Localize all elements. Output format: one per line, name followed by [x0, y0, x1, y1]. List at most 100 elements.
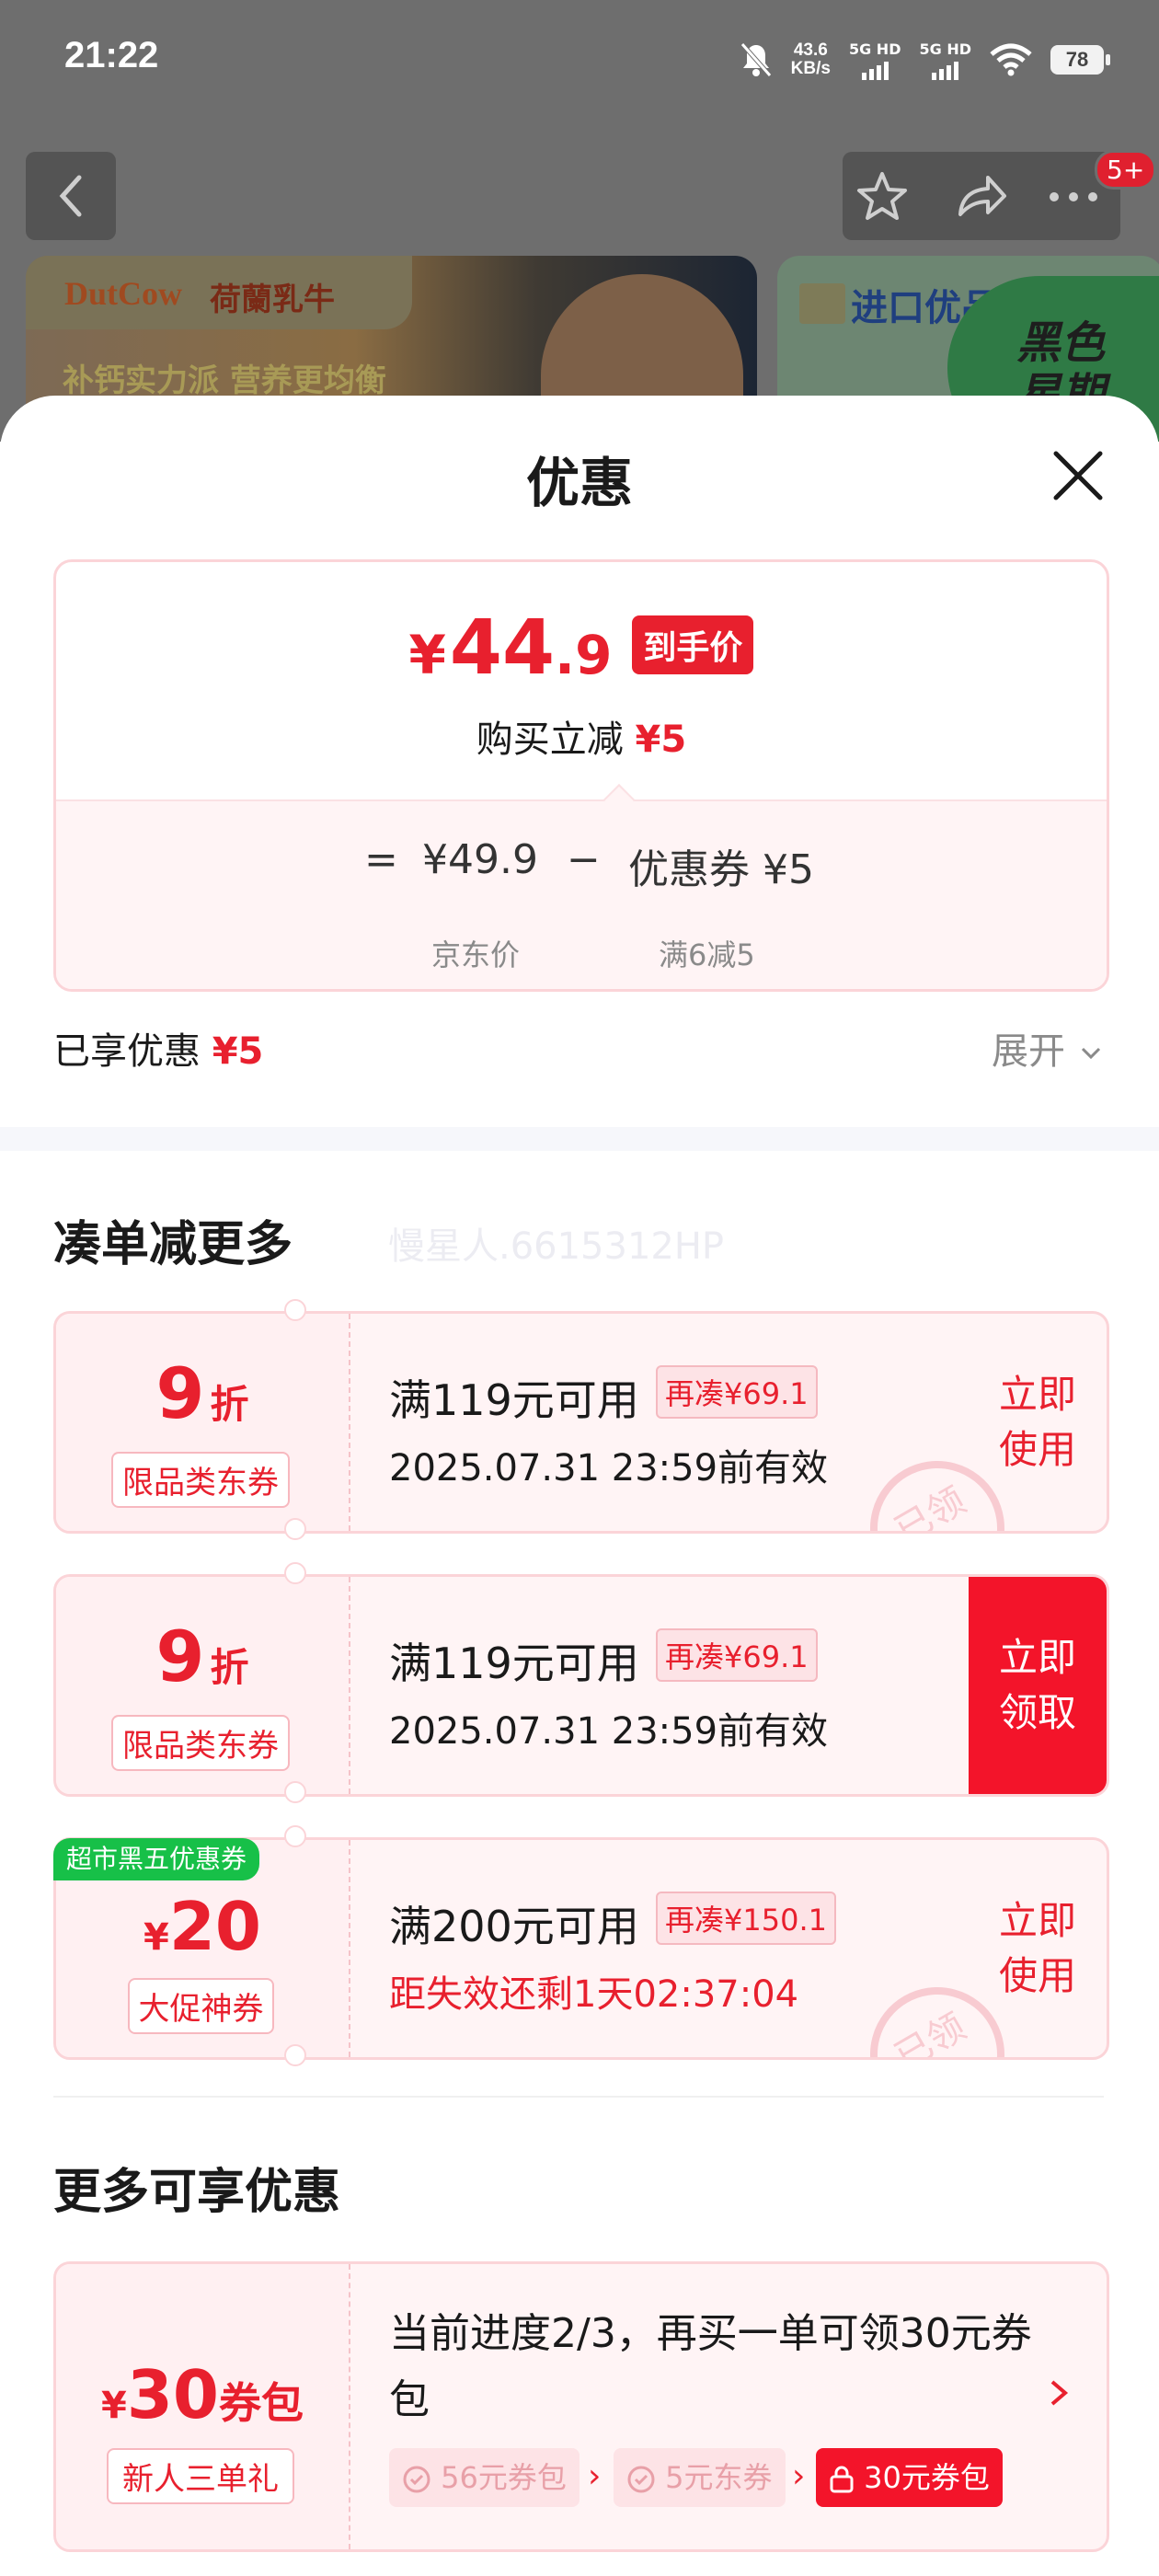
jd-price-value: ¥49.9 [422, 836, 538, 883]
top-action-group [843, 152, 1120, 240]
section-title-more-benefits: 更多可享优惠 [53, 2165, 341, 2220]
final-price-tag: 到手价 [632, 615, 754, 674]
minus-sign: − [567, 836, 601, 883]
use-now-label: 立即使用 [998, 1372, 1076, 1472]
gift-amount-unit: 券包 [219, 2378, 304, 2428]
claim-now-button[interactable]: 立即领取 [969, 1577, 1107, 1794]
coupon-need-more: 再凑¥69.1 [656, 1365, 818, 1419]
jd-price-caption: 京东价 [431, 937, 521, 972]
coupon-discount-value: 9 [155, 1616, 205, 1697]
sim2-label: 5G HD [919, 40, 971, 58]
france-flag-badge [799, 283, 845, 324]
gift-progress-description: 当前进度2/3，再买一单可领30元券包 [389, 2310, 1032, 2423]
progress-step-done: 56元券包 [389, 2448, 580, 2507]
wifi-icon [990, 43, 1032, 76]
coupon-type: 限品类东券 [111, 1715, 290, 1771]
section-title-more-off: 凑单减更多 [53, 1217, 293, 1272]
progress-step-done: 5元东券 [614, 2448, 786, 2507]
net-speed-unit: KB/s [790, 59, 831, 78]
enjoyed-label: 已享优惠 [53, 1030, 201, 1073]
progress-step-locked: 30元券包 [816, 2448, 1003, 2507]
net-speed-value: 43.6 [793, 40, 828, 60]
coupon-validity: 2025.07.31 23:59前有效 [389, 1447, 829, 1489]
thin-divider [53, 2096, 1104, 2098]
discount-sheet: 优惠 ¥ 44 .9 到手价 购买立减 ¥5 = ¥49.9 − 优惠券 ¥5 … [0, 396, 1159, 2576]
signal-sim2-icon: 5G HD [919, 40, 971, 80]
banner-slogan: 补钙实力派 营养更均衡 [63, 362, 386, 399]
brand-logo-en: DutCow [64, 275, 183, 312]
gift-amount-symbol: ¥ [100, 2385, 127, 2427]
chevron-left-icon [59, 175, 82, 217]
step-arrow-icon: › [588, 2457, 602, 2495]
expand-label: 展开 [992, 1030, 1065, 1073]
close-icon[interactable] [1049, 446, 1107, 505]
back-button[interactable] [26, 152, 116, 240]
use-now-button[interactable]: 立即使用 [969, 1840, 1107, 2057]
equals-sign: = [364, 836, 398, 883]
gift-type: 新人三单礼 [107, 2448, 294, 2504]
price-formula-area [56, 799, 1107, 989]
gift-amount-value: 30 [126, 2356, 220, 2433]
coupon-discount: 9折 [56, 1616, 349, 1697]
coupon-condition: 满119元可用 [389, 1375, 639, 1425]
status-bar: 21:22 43.6 KB/s 5G HD 5G HD 78 [0, 0, 1159, 120]
check-circle-icon [627, 2466, 655, 2493]
coupon-need-more: 再凑¥69.1 [656, 1628, 818, 1682]
coupon-discount: 9折 [56, 1352, 349, 1434]
coupon-card: 9折 限品类东券 满119元可用 再凑¥69.1 2025.07.31 23:5… [53, 1311, 1109, 1534]
background-product-page: 21:22 43.6 KB/s 5G HD 5G HD 78 5+ DutCow… [0, 0, 1159, 442]
coupon-type: 限品类东券 [111, 1452, 290, 1508]
favorite-star-icon[interactable] [854, 168, 911, 225]
price-breakdown-card: ¥ 44 .9 到手价 购买立减 ¥5 = ¥49.9 − 优惠券 ¥5 京东价… [53, 559, 1109, 992]
net-speed: 43.6 KB/s [791, 41, 831, 78]
coupon-amount: ¥20 [56, 1888, 349, 1965]
expand-button[interactable]: 展开 [992, 1021, 1105, 1075]
coupon-discount-value: 9 [155, 1352, 205, 1434]
sheet-title: 优惠 [525, 452, 633, 514]
progress-step-label: 56元券包 [441, 2460, 567, 2495]
coupon-discount-unit: 折 [210, 1645, 249, 1690]
reduction-label: 购买立减 [476, 719, 624, 761]
coupon-amount-value: 20 [168, 1888, 262, 1965]
user-watermark: 慢星人.6615312HP [388, 1225, 725, 1268]
coupon-type: 大促神券 [128, 1978, 274, 2034]
final-price: ¥ 44 .9 到手价 [56, 610, 1107, 687]
progress-step-label: 5元东券 [665, 2460, 773, 2495]
check-circle-icon [403, 2466, 430, 2493]
coupon-amount-symbol: ¥ [143, 1916, 169, 1959]
enjoyed-value: ¥5 [212, 1030, 264, 1073]
status-time: 21:22 [64, 35, 159, 75]
price-symbol: ¥ [408, 624, 446, 686]
price-integer: 44 [449, 604, 556, 692]
coupon-discount-unit: 折 [210, 1382, 249, 1427]
battery-icon: 78 [1050, 45, 1110, 75]
reduction-value: ¥5 [635, 719, 687, 761]
step-arrow-icon: › [792, 2457, 806, 2495]
use-now-button[interactable]: 立即使用 [969, 1314, 1107, 1531]
signal-sim1-icon: 5G HD [849, 40, 901, 80]
coupon-condition: 满200元可用 [389, 1902, 639, 1951]
message-count-badge: 5+ [1095, 150, 1157, 190]
coupon-card: 9折 限品类东券 满119元可用 再凑¥69.1 2025.07.31 23:5… [53, 1574, 1109, 1797]
use-now-label: 立即使用 [998, 1898, 1076, 1998]
coupon-condition: 满119元可用 [389, 1639, 639, 1688]
claim-now-label: 立即领取 [998, 1635, 1076, 1735]
gift-amount: ¥30券包 [56, 2356, 349, 2433]
coupon-countdown: 距失效还剩1天02:37:04 [389, 1973, 799, 2016]
coupon-need-more: 再凑¥150.1 [656, 1892, 836, 1945]
brand-logo-cn: 荷蘭乳牛 [210, 282, 335, 318]
progress-step-label: 30元券包 [864, 2460, 990, 2495]
new-user-gift-card[interactable]: ¥30券包 新人三单礼 当前进度2/3，再买一单可领30元券包 56元券包 › … [53, 2261, 1109, 2552]
chevron-right-icon [1050, 2380, 1069, 2406]
black-friday-tag: 超市黑五优惠券 [53, 1838, 260, 1880]
share-icon[interactable] [953, 168, 1010, 225]
lock-icon [830, 2466, 854, 2493]
coupon-caption: 满6减5 [659, 937, 755, 972]
coupon-validity: 2025.07.31 23:59前有效 [389, 1710, 829, 1753]
status-icons: 43.6 KB/s 5G HD 5G HD 78 [740, 37, 1110, 83]
mute-bell-icon [740, 42, 772, 77]
sim1-label: 5G HD [848, 40, 901, 58]
coupon-deduction: 优惠券 ¥5 [628, 846, 814, 893]
price-decimal: .9 [555, 624, 613, 686]
chevron-down-icon [1081, 1047, 1100, 1060]
